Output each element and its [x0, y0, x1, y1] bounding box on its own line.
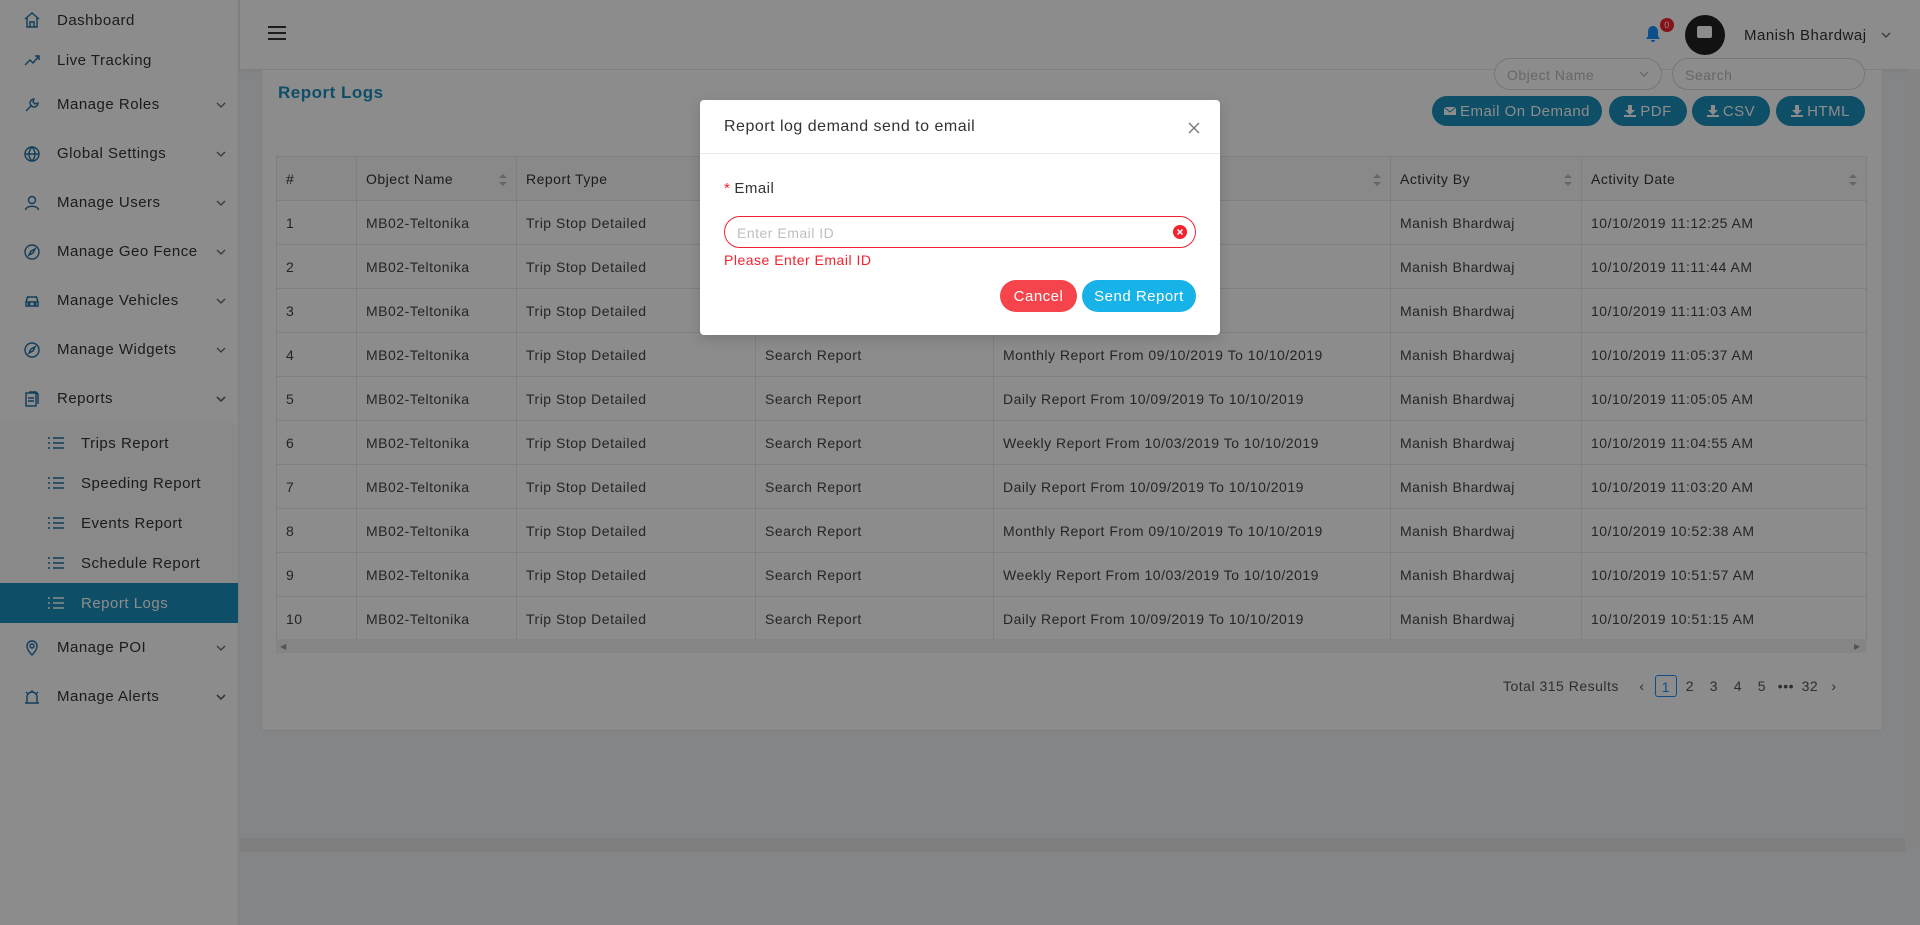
- modal-title: Report log demand send to email: [724, 118, 976, 135]
- email-field[interactable]: Enter Email ID: [724, 216, 1196, 248]
- close-icon[interactable]: [1186, 120, 1202, 136]
- email-placeholder: Enter Email ID: [737, 225, 835, 241]
- required-mark: *: [724, 180, 731, 197]
- send-report-button[interactable]: Send Report: [1082, 280, 1196, 312]
- cancel-button[interactable]: Cancel: [1000, 280, 1077, 312]
- email-label: * Email: [724, 180, 775, 197]
- error-icon: [1173, 225, 1187, 239]
- email-error-message: Please Enter Email ID: [724, 252, 872, 268]
- modal-divider: [700, 153, 1220, 154]
- email-modal: Report log demand send to email * Email E…: [700, 100, 1220, 335]
